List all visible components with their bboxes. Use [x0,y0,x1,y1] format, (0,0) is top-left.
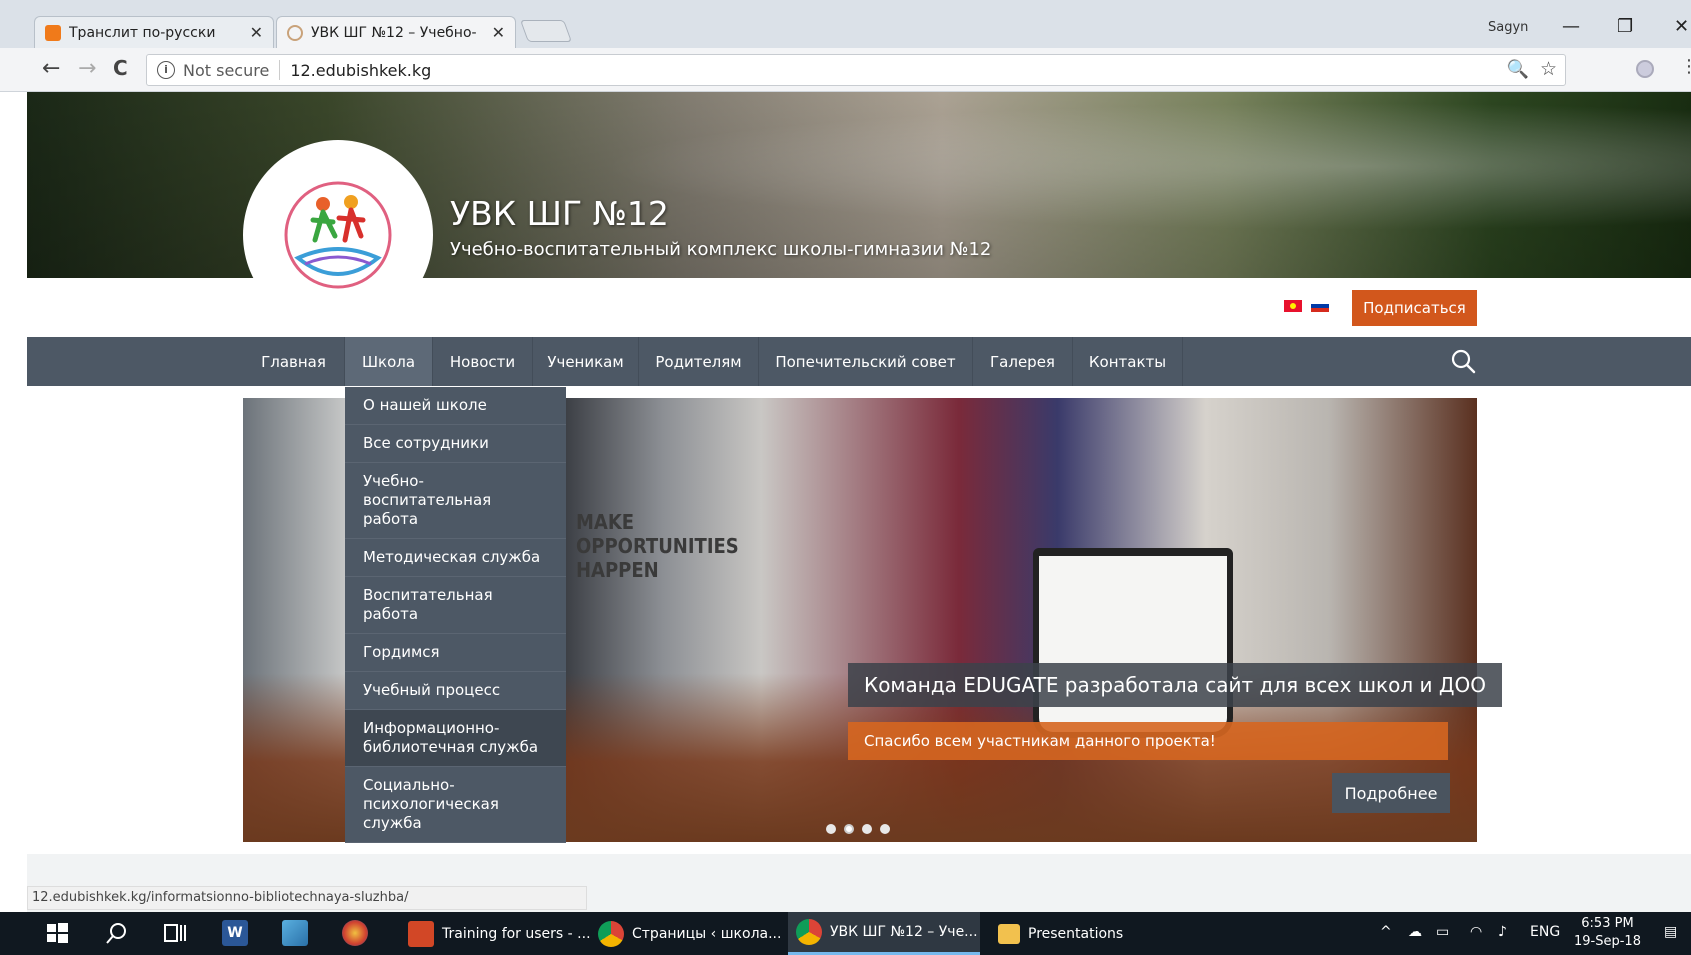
volume-icon[interactable]: ♪ [1498,924,1507,940]
clock[interactable]: 6:53 PM 19-Sep-18 [1574,915,1641,951]
url-text[interactable]: 12.edubishkek.kg [290,61,431,80]
dropdown-item-upbringing-work[interactable]: Воспитательная работа [345,577,566,634]
extension-icon[interactable] [1636,60,1654,78]
taskbar-app-folder[interactable]: Presentations [990,912,1160,955]
powerpoint-icon [408,920,434,947]
dropdown-item-library-service[interactable]: Информационно-библиотечная служба [345,710,566,767]
reload-icon[interactable]: C [113,56,128,80]
windows-taskbar: W Training for users - ... Страницы ‹ шк… [0,912,1691,955]
taskbar-app-label: Presentations [1028,925,1124,942]
main-nav: Главная Школа Новости Ученикам Родителям… [27,337,1691,386]
slide-caption-title[interactable]: Команда EDUGATE разработала сайт для все… [848,663,1502,707]
search-icon[interactable] [1450,348,1476,374]
notes-app-icon[interactable] [282,920,308,946]
omnibox-divider [279,60,281,80]
nav-gallery[interactable]: Галерея [973,337,1073,386]
minimize-icon[interactable]: — [1562,16,1580,37]
back-icon[interactable]: ← [42,56,60,81]
tab-title: УВК ШГ №12 – Учебно- [311,24,477,41]
subscribe-button[interactable]: Подписаться [1352,290,1477,326]
taskbar-app-powerpoint[interactable]: Training for users - ... [400,912,591,955]
language-indicator[interactable]: ENG [1530,924,1560,940]
zoom-icon[interactable]: 🔍 [1507,59,1529,80]
slider-dot[interactable] [880,824,890,834]
dropdown-item-psychological-service[interactable]: Социально-психологическая служба [345,767,566,843]
slider-dot[interactable] [862,824,872,834]
slider-dots [826,824,890,834]
taskbar-app-chrome-pages[interactable]: Страницы ‹ школа... [590,912,782,955]
browser-tabbar: Транслит по-русски ✕ УВК ШГ №12 – Учебно… [0,0,1691,48]
action-center-icon[interactable]: ▤ [1664,924,1677,940]
taskbar-app-label: Training for users - ... [442,925,591,942]
slider-dot[interactable] [844,824,854,834]
paint-app-icon[interactable] [342,920,368,946]
nav-students[interactable]: Ученикам [533,337,639,386]
tab-title: Транслит по-русски [69,24,216,41]
clock-time: 6:53 PM [1581,916,1634,931]
tab-close-icon[interactable]: ✕ [492,23,505,42]
school-logo-icon [284,181,392,289]
school-dropdown-menu: О нашей школе Все сотрудники Учебно-восп… [345,387,566,843]
slide-caption-subtitle: Спасибо всем участникам данного проекта! [848,722,1448,760]
uvk-favicon-icon [287,24,303,41]
folder-icon [998,923,1020,944]
russian-flag-icon[interactable] [1311,300,1329,312]
read-more-button[interactable]: Подробнее [1332,773,1450,813]
dropdown-item-proud[interactable]: Гордимся [345,634,566,672]
nav-parents[interactable]: Родителям [639,337,759,386]
browser-menu-icon[interactable]: ⋮ [1680,56,1691,77]
security-label[interactable]: Not secure [183,61,269,80]
site-subtitle: Учебно-воспитательный комплекс школы-гим… [450,239,992,260]
nav-school[interactable]: Школа [345,337,433,386]
nav-board[interactable]: Попечительский совет [759,337,973,386]
nav-home[interactable]: Главная [243,337,345,386]
omnibox[interactable]: i Not secure 12.edubishkek.kg 🔍 ☆ [146,54,1566,86]
dropdown-item-about[interactable]: О нашей школе [345,387,566,425]
forward-icon[interactable]: → [78,56,96,81]
onedrive-icon[interactable]: ☁ [1408,924,1422,940]
mug-image [1033,548,1233,738]
kyrgyz-flag-icon[interactable] [1284,300,1302,312]
bookmark-star-icon[interactable]: ☆ [1540,58,1557,80]
chrome-icon [796,919,822,945]
battery-icon[interactable]: ▭ [1436,924,1449,940]
slider-dot[interactable] [826,824,836,834]
nav-news[interactable]: Новости [433,337,533,386]
tab-translit[interactable]: Транслит по-русски ✕ [34,16,274,48]
task-view-icon[interactable] [162,920,188,946]
search-icon[interactable] [104,920,130,946]
school-logo[interactable] [243,140,433,330]
taskbar-app-chrome-uvk[interactable]: УВК ШГ №12 – Уче... [788,912,980,955]
clock-date: 19-Sep-18 [1574,934,1641,949]
site-title[interactable]: УВК ШГ №12 [450,194,669,233]
word-app-icon[interactable]: W [222,920,248,946]
windows-start-icon[interactable] [44,920,70,946]
dropdown-item-study-process[interactable]: Учебный процесс [345,672,566,710]
new-tab-button[interactable] [519,20,573,42]
dropdown-item-educational-work[interactable]: Учебно-воспитательная работа [345,463,566,539]
nav-contacts[interactable]: Контакты [1073,337,1183,386]
info-icon[interactable]: i [157,61,175,79]
close-window-icon[interactable]: ✕ [1674,16,1689,37]
poster-text: MAKE OPPORTUNITIES HAPPEN [576,510,739,582]
tab-uvk[interactable]: УВК ШГ №12 – Учебно- ✕ [276,16,516,48]
chrome-icon [598,920,624,947]
dropdown-item-methodical-service[interactable]: Методическая служба [345,539,566,577]
address-toolbar: ← → C i Not secure 12.edubishkek.kg 🔍 ☆ … [0,48,1691,92]
translit-favicon-icon [45,24,61,41]
dropdown-item-staff[interactable]: Все сотрудники [345,425,566,463]
restore-icon[interactable]: ❐ [1617,16,1633,37]
show-hidden-icons-icon[interactable]: ^ [1380,924,1392,940]
profile-name[interactable]: Sagyn [1488,20,1528,35]
taskbar-app-label: УВК ШГ №12 – Уче... [830,924,978,940]
tab-close-icon[interactable]: ✕ [250,23,263,42]
status-bar-url: 12.edubishkek.kg/informatsionno-bibliote… [27,886,587,910]
wifi-icon[interactable]: ◠ [1470,924,1482,940]
taskbar-app-label: Страницы ‹ школа... [632,925,782,942]
